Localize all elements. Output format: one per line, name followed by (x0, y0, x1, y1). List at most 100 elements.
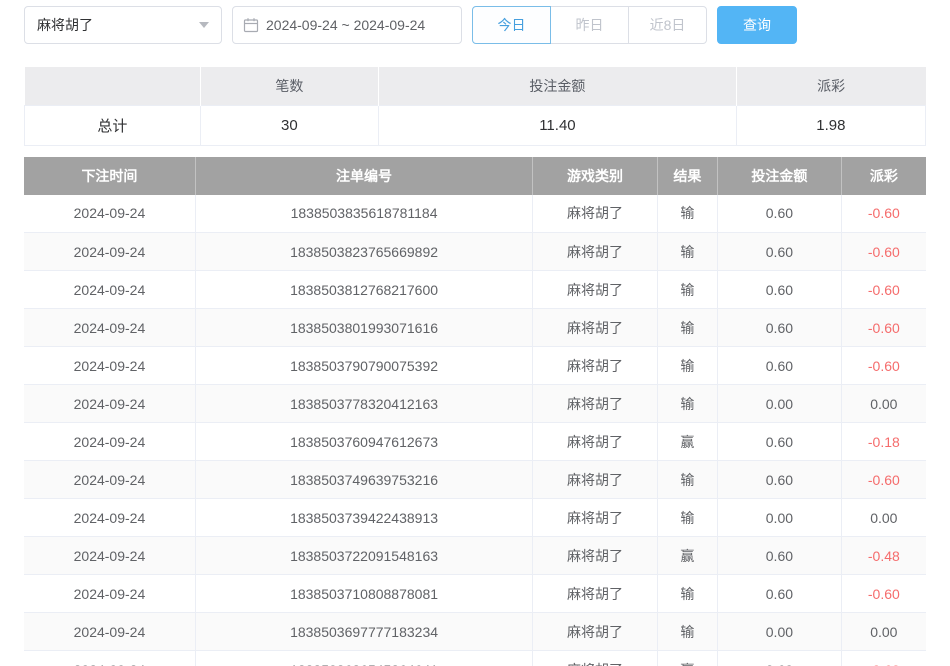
column-header: 派彩 (841, 157, 926, 195)
cell-bet-amount: 0.60 (718, 233, 842, 271)
cell-date: 2024-09-24 (24, 385, 195, 423)
cell-bet-id: 1838503823765669892 (195, 233, 532, 271)
cell-game: 麻将胡了 (533, 385, 657, 423)
cell-bet-amount: 0.60 (718, 423, 842, 461)
cell-payout: -0.48 (841, 537, 926, 575)
cell-payout: -0.60 (841, 233, 926, 271)
cell-bet-id: 1838503790790075392 (195, 347, 532, 385)
cell-result: 赢 (657, 651, 717, 666)
cell-bet-id: 1838503739422438913 (195, 499, 532, 537)
summary-header-bet-amount: 投注金额 (379, 67, 737, 105)
cell-result: 输 (657, 195, 717, 233)
cell-payout: -0.18 (841, 423, 926, 461)
cell-result: 输 (657, 499, 717, 537)
summary-table: 笔数 投注金额 派彩 总计 30 11.40 1.98 (24, 67, 926, 146)
cell-date: 2024-09-24 (24, 271, 195, 309)
cell-bet-amount: 0.00 (718, 499, 842, 537)
cell-bet-amount: 0.60 (718, 537, 842, 575)
cell-bet-amount: 0.60 (718, 271, 842, 309)
cell-game: 麻将胡了 (533, 499, 657, 537)
cell-bet-id: 1838503749639753216 (195, 461, 532, 499)
summary-total-label: 总计 (25, 105, 201, 145)
cell-bet-amount: 0.60 (718, 461, 842, 499)
game-select-value: 麻将胡了 (37, 15, 93, 35)
cell-game: 麻将胡了 (533, 461, 657, 499)
cell-bet-amount: 0.60 (718, 575, 842, 613)
table-row: 2024-09-241838503722091548163麻将胡了赢0.60-0… (24, 537, 926, 575)
date-range-value: 2024-09-24 ~ 2024-09-24 (266, 17, 425, 33)
cell-result: 输 (657, 575, 717, 613)
cell-game: 麻将胡了 (533, 347, 657, 385)
cell-bet-id: 1838503801993071616 (195, 309, 532, 347)
cell-bet-id: 1838503697777183234 (195, 613, 532, 651)
cell-result: 输 (657, 309, 717, 347)
cell-bet-id: 1838503778320412163 (195, 385, 532, 423)
cell-bet-amount: 0.60 (718, 195, 842, 233)
cell-date: 2024-09-24 (24, 537, 195, 575)
cell-result: 输 (657, 347, 717, 385)
column-header: 结果 (657, 157, 717, 195)
table-row: 2024-09-241838503778320412163麻将胡了输0.000.… (24, 385, 926, 423)
cell-date: 2024-09-24 (24, 309, 195, 347)
table-row: 2024-09-241838503749639753216麻将胡了输0.60-0… (24, 461, 926, 499)
cell-payout: -0.60 (841, 461, 926, 499)
quick-filter-today[interactable]: 今日 (472, 6, 551, 44)
cell-payout: 0.00 (841, 385, 926, 423)
cell-game: 麻将胡了 (533, 233, 657, 271)
cell-payout: -0.60 (841, 575, 926, 613)
cell-date: 2024-09-24 (24, 575, 195, 613)
table-row: 2024-09-241838503801993071616麻将胡了输0.60-0… (24, 309, 926, 347)
cell-bet-amount: 0.60 (718, 309, 842, 347)
cell-date: 2024-09-24 (24, 651, 195, 666)
table-row: 2024-09-241838503823765669892麻将胡了输0.60-0… (24, 233, 926, 271)
cell-bet-id: 1838503710808878081 (195, 575, 532, 613)
cell-result: 赢 (657, 423, 717, 461)
quick-filter-yesterday[interactable]: 昨日 (550, 6, 629, 44)
table-row: 2024-09-241838503739422438913麻将胡了输0.000.… (24, 499, 926, 537)
quick-filter-last8days[interactable]: 近8日 (628, 6, 707, 44)
cell-bet-id: 1838503722091548163 (195, 537, 532, 575)
cell-result: 赢 (657, 537, 717, 575)
cell-bet-amount: 0.00 (718, 613, 842, 651)
table-row: 2024-09-241838503790790075392麻将胡了输0.60-0… (24, 347, 926, 385)
cell-bet-id: 1838503812768217600 (195, 271, 532, 309)
quick-filter-group: 今日昨日近8日 (472, 6, 707, 44)
table-row: 2024-09-241838503760947612673麻将胡了赢0.60-0… (24, 423, 926, 461)
cell-result: 输 (657, 233, 717, 271)
filter-bar: 麻将胡了 2024-09-24 ~ 2024-09-24 今日昨日近8日 查询 (24, 6, 926, 44)
cell-date: 2024-09-24 (24, 613, 195, 651)
cell-bet-amount: 0.60 (718, 651, 842, 666)
chevron-down-icon (199, 22, 209, 28)
cell-bet-amount: 0.00 (718, 385, 842, 423)
summary-header-blank (25, 67, 201, 105)
table-header-row: 下注时间注单编号游戏类别结果投注金额派彩 (24, 157, 926, 195)
cell-result: 输 (657, 613, 717, 651)
cell-bet-id: 1838503760947612673 (195, 423, 532, 461)
cell-game: 麻将胡了 (533, 613, 657, 651)
cell-payout: -0.60 (841, 195, 926, 233)
cell-date: 2024-09-24 (24, 499, 195, 537)
cell-game: 麻将胡了 (533, 309, 657, 347)
summary-header-count: 笔数 (200, 67, 378, 105)
date-range-input[interactable]: 2024-09-24 ~ 2024-09-24 (232, 6, 462, 44)
game-select[interactable]: 麻将胡了 (24, 6, 222, 44)
search-button[interactable]: 查询 (717, 6, 797, 44)
table-row: 2024-09-241838503697777183234麻将胡了输0.000.… (24, 613, 926, 651)
cell-payout: -0.60 (841, 651, 926, 666)
summary-total-payout: 1.98 (736, 105, 925, 145)
cell-payout: -0.60 (841, 309, 926, 347)
table-row: 2024-09-241838503710808878081麻将胡了输0.60-0… (24, 575, 926, 613)
table-body: 2024-09-241838503835618781184麻将胡了输0.60-0… (24, 195, 926, 666)
cell-game: 麻将胡了 (533, 271, 657, 309)
cell-result: 输 (657, 461, 717, 499)
page: 麻将胡了 2024-09-24 ~ 2024-09-24 今日昨日近8日 查询 … (0, 0, 950, 666)
column-header: 注单编号 (195, 157, 532, 195)
column-header: 下注时间 (24, 157, 195, 195)
summary-total-bet-amount: 11.40 (379, 105, 737, 145)
cell-result: 输 (657, 271, 717, 309)
calendar-icon (243, 17, 259, 33)
cell-game: 麻将胡了 (533, 575, 657, 613)
cell-payout: -0.60 (841, 271, 926, 309)
summary-header-row: 笔数 投注金额 派彩 (25, 67, 926, 105)
cell-payout: -0.60 (841, 347, 926, 385)
